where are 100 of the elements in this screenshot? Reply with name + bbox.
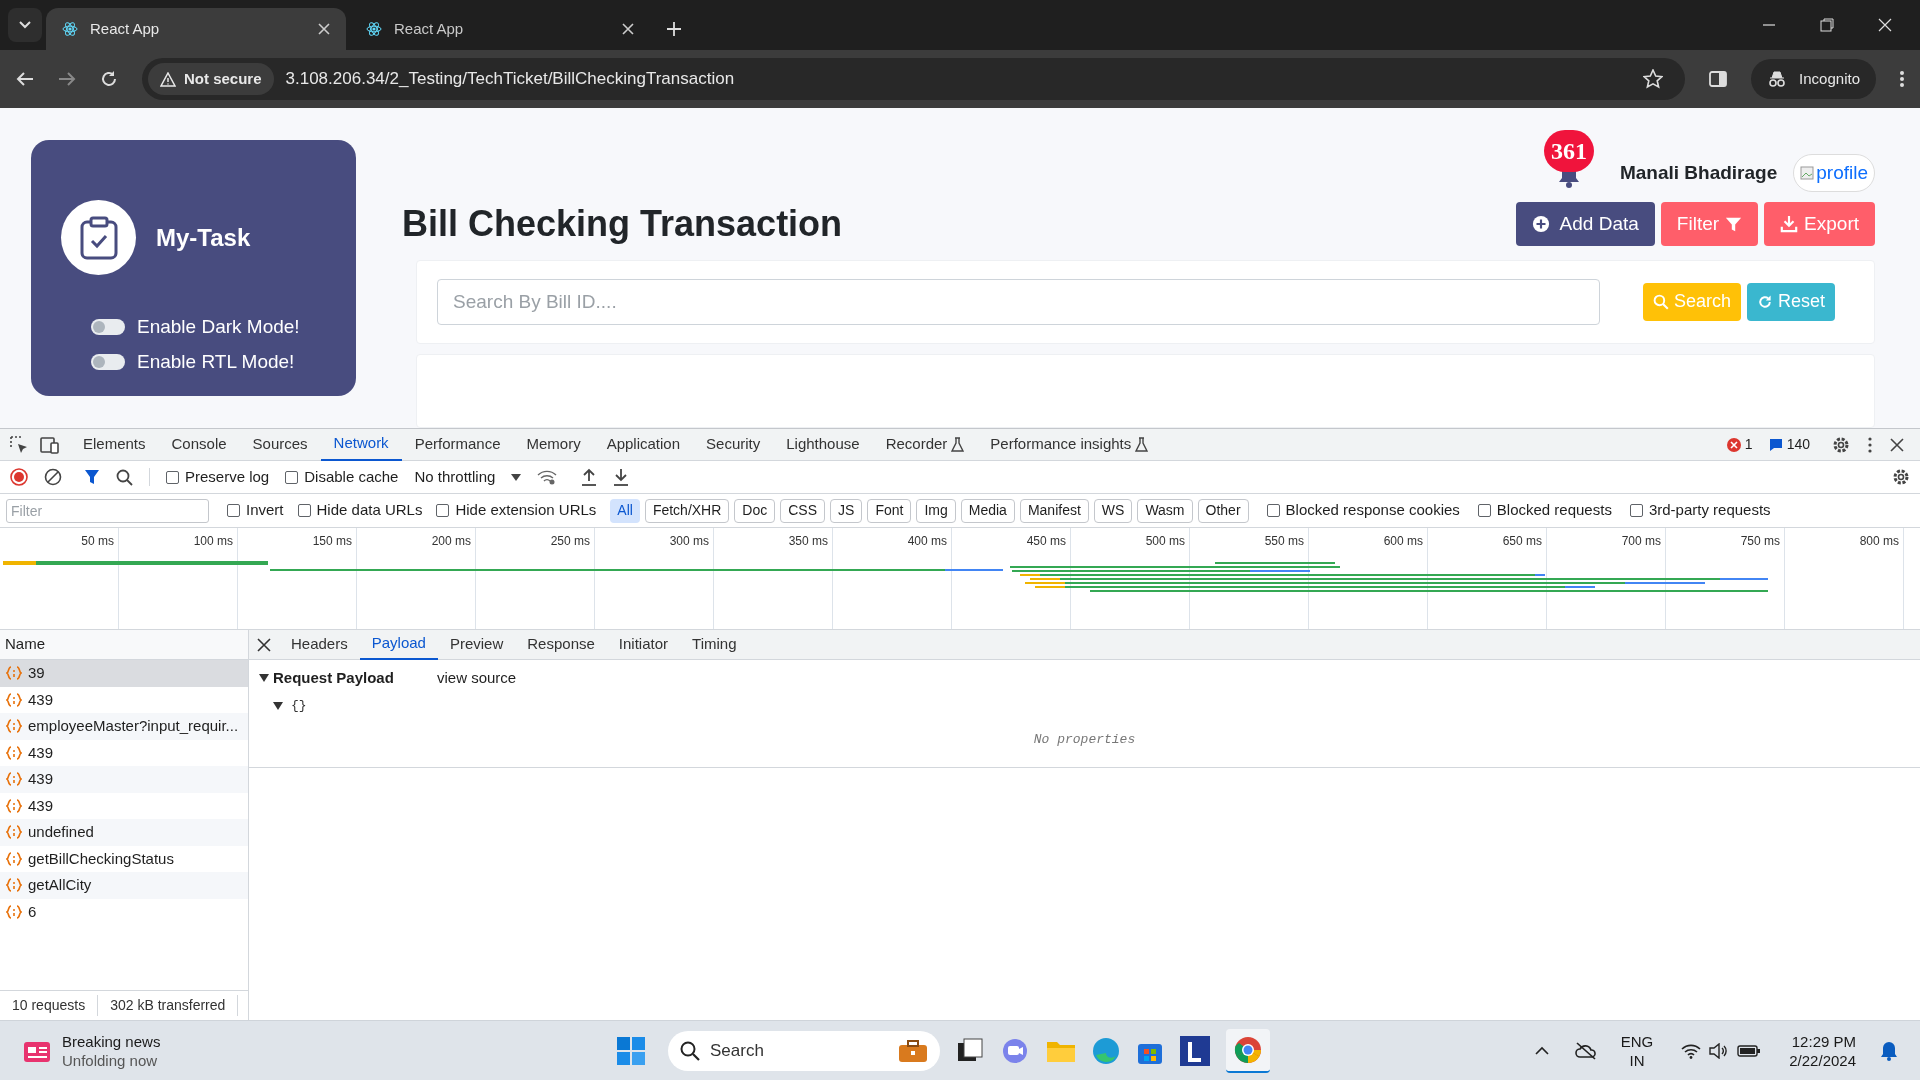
column-header[interactable]: Name <box>5 633 45 656</box>
search-field[interactable]: Search By Bill ID.... <box>437 278 1600 325</box>
checkbox[interactable]: Hide extension URLs <box>436 499 597 522</box>
error-icon <box>1726 437 1741 452</box>
type-filter-chip[interactable]: Wasm <box>1137 498 1193 523</box>
type-filter-chip[interactable]: WS <box>1093 498 1133 523</box>
clock[interactable]: 12:29 PM 2/22/2024 <box>1789 1031 1856 1070</box>
panel-tab[interactable]: Performance <box>401 428 514 461</box>
new-tab-icon[interactable] <box>666 21 682 37</box>
panel-tab[interactable]: Application <box>593 428 694 461</box>
network-conditions-icon[interactable] <box>537 469 558 485</box>
type-filter-chip[interactable]: CSS <box>780 498 826 523</box>
detail-tab[interactable]: Payload <box>359 629 438 660</box>
filter-icon[interactable] <box>84 469 100 485</box>
panel-tab[interactable]: Recorder <box>872 428 978 461</box>
panel-tab[interactable]: Performance insights <box>977 428 1162 461</box>
chat-icon[interactable] <box>1000 1036 1030 1065</box>
request-row[interactable]: undefined <box>0 819 248 846</box>
incognito-profile-button[interactable]: Incognito <box>1751 59 1876 99</box>
checkbox[interactable]: Invert <box>227 499 284 522</box>
download-icon[interactable] <box>613 468 630 486</box>
filter-field[interactable]: Filter <box>6 498 209 523</box>
checkbox[interactable]: Blocked requests <box>1477 499 1612 522</box>
search-icon[interactable] <box>116 468 133 486</box>
more-icon[interactable] <box>1868 436 1872 453</box>
clear-icon[interactable] <box>44 468 62 486</box>
close-icon[interactable] <box>1890 437 1904 452</box>
settings-icon[interactable] <box>1832 435 1850 454</box>
device-toolbar-icon[interactable] <box>40 435 60 454</box>
inspect-icon[interactable] <box>10 435 28 454</box>
chrome-taskbar-button[interactable] <box>1226 1028 1270 1073</box>
address-bar[interactable]: Not secure 3.108.206.34/2_Testing/TechTicket/BillCheckingTransaction <box>142 58 1686 100</box>
tab-list-button[interactable] <box>8 8 42 42</box>
checkbox[interactable]: Preserve log <box>166 465 270 489</box>
checkbox[interactable]: Blocked response cookies <box>1266 499 1460 522</box>
expanded-triangle-icon[interactable] <box>259 674 269 682</box>
battery-icon[interactable] <box>1737 1043 1762 1058</box>
type-filter-chip[interactable]: Media <box>960 498 1015 523</box>
chevron-up-icon[interactable] <box>1534 1046 1549 1055</box>
expanded-triangle-icon[interactable] <box>273 702 283 710</box>
side-panel-icon[interactable] <box>1709 70 1728 88</box>
restore-icon[interactable] <box>1820 18 1834 32</box>
wifi-icon[interactable] <box>1681 1042 1702 1059</box>
upload-icon[interactable] <box>581 468 598 486</box>
type-filter-chip[interactable]: Img <box>916 498 956 523</box>
taskbar-search[interactable]: Search <box>668 1030 940 1071</box>
type-filter-chip[interactable]: Doc <box>734 498 776 523</box>
language-indicator[interactable]: ENG IN <box>1620 1031 1654 1070</box>
add-button[interactable]: Add Data <box>1515 202 1655 247</box>
panel-tab[interactable]: Network <box>320 428 402 461</box>
request-row[interactable]: getAllCity <box>0 872 248 899</box>
star-icon[interactable] <box>1643 69 1664 89</box>
message-count[interactable]: 140 <box>1786 434 1810 455</box>
more-icon[interactable] <box>1900 70 1904 88</box>
record-icon[interactable] <box>10 468 28 486</box>
panel-tab[interactable]: Sources <box>239 428 321 461</box>
checkbox[interactable]: 3rd-party requests <box>1629 499 1771 522</box>
panel-tab[interactable]: Security <box>693 428 774 461</box>
back-icon[interactable] <box>16 71 34 87</box>
section-title[interactable]: Request Payload <box>273 666 433 690</box>
browser-tab[interactable]: React App <box>46 8 346 50</box>
type-filter-chip[interactable]: Font <box>867 498 912 523</box>
news-title[interactable]: Breaking news <box>62 1031 161 1051</box>
request-row[interactable]: employeeMaster?input_requir... <box>0 713 248 740</box>
type-filter-chip[interactable]: All <box>610 498 640 523</box>
detail-tab[interactable]: Response <box>515 629 607 660</box>
browser-tab[interactable]: React App <box>350 8 650 50</box>
detail-tab[interactable]: Initiator <box>606 629 681 660</box>
error-count[interactable]: 1 <box>1744 434 1753 455</box>
panel-tab[interactable]: Lighthouse <box>773 428 873 461</box>
security-chip[interactable]: Not secure <box>148 63 274 95</box>
type-filter-chip[interactable]: Other <box>1197 498 1249 523</box>
type-filter-chip[interactable]: Manifest <box>1019 498 1089 523</box>
toggle-switch[interactable] <box>91 353 125 370</box>
detail-tab[interactable]: Preview <box>437 629 516 660</box>
braces-icon <box>6 772 22 787</box>
detail-tab[interactable]: Timing <box>680 629 749 660</box>
panel-tab[interactable]: Memory <box>513 428 594 461</box>
volume-icon[interactable] <box>1709 1042 1730 1059</box>
notification-bell-icon[interactable] <box>1880 1040 1898 1061</box>
cloud-off-icon[interactable] <box>1574 1041 1597 1060</box>
app-icon[interactable] <box>1180 1035 1210 1066</box>
throttling-dropdown[interactable]: No throttling <box>414 465 522 489</box>
checkbox[interactable]: Hide data URLs <box>297 499 423 522</box>
panel-tab[interactable]: Elements <box>70 428 159 461</box>
news-subtitle[interactable]: Unfolding now <box>62 1050 161 1070</box>
request-row[interactable]: 439 <box>0 766 248 793</box>
detail-tab[interactable]: Headers <box>279 629 360 660</box>
toggle-switch[interactable] <box>91 319 125 336</box>
request-row[interactable]: 39 <box>0 660 248 687</box>
checkbox[interactable]: Disable cache <box>285 465 399 489</box>
forward-icon[interactable] <box>58 71 76 87</box>
settings-icon[interactable] <box>1892 468 1910 486</box>
start-icon[interactable] <box>616 1035 646 1066</box>
reload-icon[interactable] <box>100 70 118 88</box>
type-filter-chip[interactable]: Fetch/XHR <box>644 498 730 523</box>
close-icon[interactable] <box>257 637 271 652</box>
view-source-link[interactable]: view source <box>437 666 517 690</box>
type-filter-chip[interactable]: JS <box>830 498 863 523</box>
panel-tab[interactable]: Console <box>158 428 240 461</box>
